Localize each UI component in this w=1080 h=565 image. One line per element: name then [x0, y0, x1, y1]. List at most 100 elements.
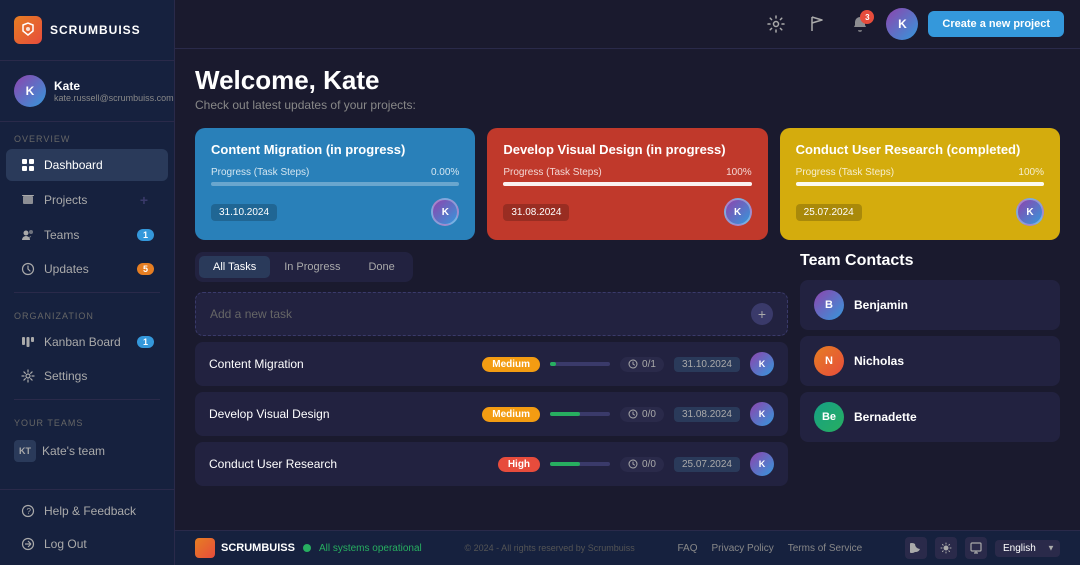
- logo-icon: [14, 16, 42, 44]
- tab-done[interactable]: Done: [354, 256, 408, 278]
- footer-copyright: © 2024 - All rights reserved by Scrumbui…: [465, 543, 635, 553]
- card-title-3: Conduct User Research (completed): [796, 142, 1044, 157]
- svg-text:?: ?: [27, 507, 32, 516]
- sidebar-item-help[interactable]: ? Help & Feedback: [6, 495, 168, 527]
- contact-avatar-benjamin: B: [814, 290, 844, 320]
- card-progress-label-2: Progress (Task Steps) 100%: [503, 167, 751, 178]
- topnav: 3 K Create a new project: [175, 0, 1080, 49]
- projects-label: Projects: [44, 193, 87, 207]
- help-icon: ?: [20, 503, 36, 519]
- progress-bar-fill-3: [796, 182, 1044, 186]
- overview-label: Overview: [0, 122, 174, 148]
- contact-card-bernadette[interactable]: Be Bernadette: [800, 392, 1060, 442]
- card-avatar-1: K: [431, 198, 459, 226]
- page-content: Welcome, Kate Check out latest updates o…: [175, 49, 1080, 530]
- sidebar-logo[interactable]: SCRUMBUISS: [0, 0, 174, 61]
- settings-icon: [20, 368, 36, 384]
- footer-privacy[interactable]: Privacy Policy: [712, 543, 774, 554]
- notif-count: 3: [860, 10, 874, 24]
- footer-logo-icon: [195, 538, 215, 558]
- footer-logo-text: SCRUMBUISS: [221, 542, 295, 554]
- project-card-visual-design[interactable]: Develop Visual Design (in progress) Prog…: [487, 128, 767, 240]
- sidebar-item-dashboard[interactable]: Dashboard: [6, 149, 168, 181]
- progress-bar-bg-1: [211, 182, 459, 186]
- card-progress-label-1: Progress (Task Steps) 0.00%: [211, 167, 459, 178]
- task-row-2[interactable]: Develop Visual Design Medium 0/0 31.08.2…: [195, 392, 788, 436]
- sidebar-divider-1: [14, 292, 160, 293]
- footer-terms[interactable]: Terms of Service: [788, 543, 862, 554]
- sidebar-item-settings[interactable]: Settings: [6, 360, 168, 392]
- contacts-title: Team Contacts: [800, 252, 1060, 270]
- task-priority-3: High: [498, 457, 540, 472]
- projects-badge: +: [134, 191, 154, 209]
- task-row-1[interactable]: Content Migration Medium 0/1 31.10.2024 …: [195, 342, 788, 386]
- sidebar-user[interactable]: K Kate kate.russell@scrumbuiss.com: [0, 61, 174, 122]
- status-text: All systems operational: [319, 543, 422, 554]
- contact-avatar-nicholas: N: [814, 346, 844, 376]
- footer: SCRUMBUISS All systems operational © 202…: [175, 530, 1080, 565]
- logout-icon: [20, 536, 36, 552]
- card-footer-1: 31.10.2024 K: [211, 198, 459, 226]
- progress-bar-fill-2: [503, 182, 751, 186]
- user-avatar-topnav[interactable]: K: [886, 8, 918, 40]
- flag-icon[interactable]: [802, 8, 834, 40]
- card-date-1: 31.10.2024: [211, 204, 277, 221]
- monitor-icon[interactable]: [965, 537, 987, 559]
- task-date-2: 31.08.2024: [674, 407, 740, 422]
- sidebar-item-updates[interactable]: Updates 5: [6, 253, 168, 285]
- tab-all-tasks[interactable]: All Tasks: [199, 256, 270, 278]
- project-card-content-migration[interactable]: Content Migration (in progress) Progress…: [195, 128, 475, 240]
- add-task-label: Add a new task: [210, 307, 292, 321]
- updates-badge: 5: [137, 263, 154, 275]
- contact-name-benjamin: Benjamin: [854, 298, 908, 312]
- moon-icon[interactable]: [905, 537, 927, 559]
- footer-faq[interactable]: FAQ: [677, 543, 697, 554]
- task-avatar-3: K: [750, 452, 774, 476]
- task-name-1: Content Migration: [209, 357, 472, 371]
- contact-card-nicholas[interactable]: N Nicholas: [800, 336, 1060, 386]
- sidebar-item-teams[interactable]: Teams 1: [6, 219, 168, 251]
- updates-icon: [20, 261, 36, 277]
- task-progress-bar-3: [550, 462, 610, 466]
- tab-in-progress[interactable]: In Progress: [270, 256, 354, 278]
- footer-left: SCRUMBUISS All systems operational: [195, 538, 422, 558]
- contact-name-bernadette: Bernadette: [854, 410, 917, 424]
- sidebar-item-kanban[interactable]: Kanban Board 1: [6, 326, 168, 358]
- card-date-2: 31.08.2024: [503, 204, 569, 221]
- create-project-button[interactable]: Create a new project: [928, 11, 1064, 37]
- language-select[interactable]: English German French Spanish: [995, 540, 1060, 557]
- card-footer-2: 31.08.2024 K: [503, 198, 751, 226]
- project-cards: Content Migration (in progress) Progress…: [175, 120, 1080, 252]
- kates-team-item[interactable]: KT Kate's team: [0, 432, 174, 470]
- sun-icon[interactable]: [935, 537, 957, 559]
- dashboard-icon: [20, 157, 36, 173]
- card-progress-label-3: Progress (Task Steps) 100%: [796, 167, 1044, 178]
- task-priority-1: Medium: [482, 357, 540, 372]
- footer-links: FAQ Privacy Policy Terms of Service: [677, 543, 862, 554]
- task-name-2: Develop Visual Design: [209, 407, 472, 421]
- footer-right: English German French Spanish ▼: [905, 537, 1060, 559]
- task-row-3[interactable]: Conduct User Research High 0/0 25.07.202…: [195, 442, 788, 486]
- language-selector[interactable]: English German French Spanish ▼: [995, 540, 1060, 557]
- project-card-user-research[interactable]: Conduct User Research (completed) Progre…: [780, 128, 1060, 240]
- projects-icon: [20, 192, 36, 208]
- user-email: kate.russell@scrumbuiss.com: [54, 93, 174, 103]
- add-task-row[interactable]: Add a new task +: [195, 292, 788, 336]
- task-avatar-2: K: [750, 402, 774, 426]
- task-name-3: Conduct User Research: [209, 457, 488, 471]
- help-label: Help & Feedback: [44, 504, 136, 518]
- task-date-1: 31.10.2024: [674, 357, 740, 372]
- task-progress-bar-2: [550, 412, 610, 416]
- tasks-panel: All Tasks In Progress Done Add a new tas…: [195, 252, 788, 522]
- add-task-plus-icon[interactable]: +: [751, 303, 773, 325]
- sidebar-item-projects[interactable]: Projects +: [6, 183, 168, 217]
- task-count-2: 0/0: [620, 407, 664, 422]
- notifications-icon[interactable]: 3: [844, 8, 876, 40]
- sidebar: SCRUMBUISS K Kate kate.russell@scrumbuis…: [0, 0, 175, 565]
- sidebar-item-logout[interactable]: Log Out: [6, 528, 168, 560]
- card-footer-3: 25.07.2024 K: [796, 198, 1044, 226]
- settings-topnav-icon[interactable]: [760, 8, 792, 40]
- teams-label: Teams: [44, 228, 79, 242]
- task-date-3: 25.07.2024: [674, 457, 740, 472]
- contact-card-benjamin[interactable]: B Benjamin: [800, 280, 1060, 330]
